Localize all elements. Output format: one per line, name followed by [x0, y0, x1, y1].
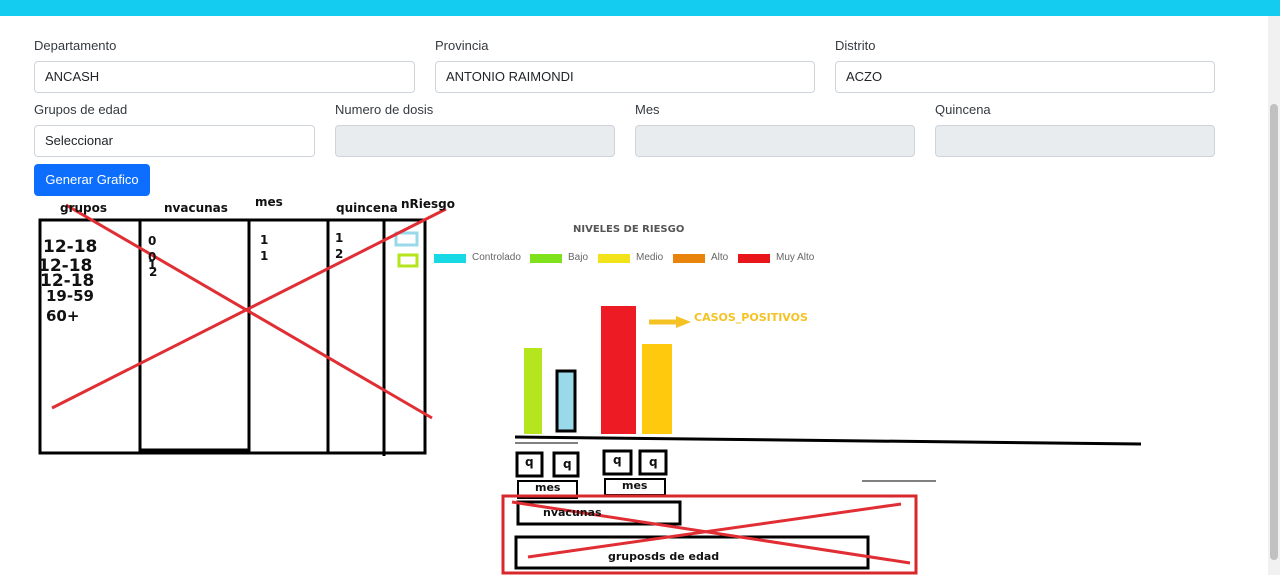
mes-label-box: mes: [535, 481, 561, 494]
quincena-value: 1: [335, 231, 344, 245]
legend-label: Medio: [636, 252, 664, 263]
header-mes: mes: [255, 195, 283, 209]
q-label: q: [649, 455, 658, 469]
legend-label: Alto: [711, 252, 729, 263]
grupo-value: 19-59: [46, 287, 94, 305]
header-nvacunas: nvacunas: [164, 201, 228, 215]
table-outline: [38, 218, 427, 455]
mes-value: 1: [260, 233, 269, 247]
header-quincena: quincena: [336, 201, 398, 215]
nvacunas-label-box: nvacunas: [543, 506, 602, 519]
nvacunas-value: 2: [149, 265, 158, 279]
casos-positivos-annotation: CASOS_POSITIVOS: [694, 311, 808, 324]
legend-swatch: [530, 254, 562, 263]
q-label: q: [613, 453, 622, 467]
q-label: q: [525, 455, 534, 469]
bar-yellow: [642, 344, 672, 434]
nriesgo-swatch-blue: [394, 231, 419, 247]
nvacunas-value: 0: [148, 234, 157, 248]
grupo-value: 12-18: [43, 237, 98, 257]
header-nriesgo: nRiesgo: [401, 197, 456, 211]
mes-label-box: mes: [622, 479, 648, 492]
bar-lime: [524, 348, 542, 434]
legend-swatch: [673, 254, 705, 263]
legend-label: Bajo: [568, 252, 589, 263]
baseline: [514, 435, 1142, 446]
quincena-value: 2: [335, 247, 344, 261]
bar-light-blue: [555, 369, 577, 433]
legend-label: Controlado: [472, 252, 521, 263]
chart-title: NIVELES DE RIESGO: [573, 224, 685, 235]
legend-swatch: [738, 254, 770, 263]
grupos-label-box: gruposds de edad: [608, 550, 720, 563]
q-label: q: [563, 457, 572, 471]
legend-swatch: [598, 254, 630, 263]
arrow-head: [676, 316, 691, 328]
bar-red: [601, 306, 636, 434]
mes-value: 1: [260, 249, 269, 263]
legend-label: Muy Alto: [776, 252, 815, 263]
legend-swatch: [434, 254, 466, 263]
header-grupos: grupos: [60, 201, 108, 215]
grupo-value: 60+: [46, 307, 80, 325]
nriesgo-swatch-lime: [397, 253, 419, 268]
